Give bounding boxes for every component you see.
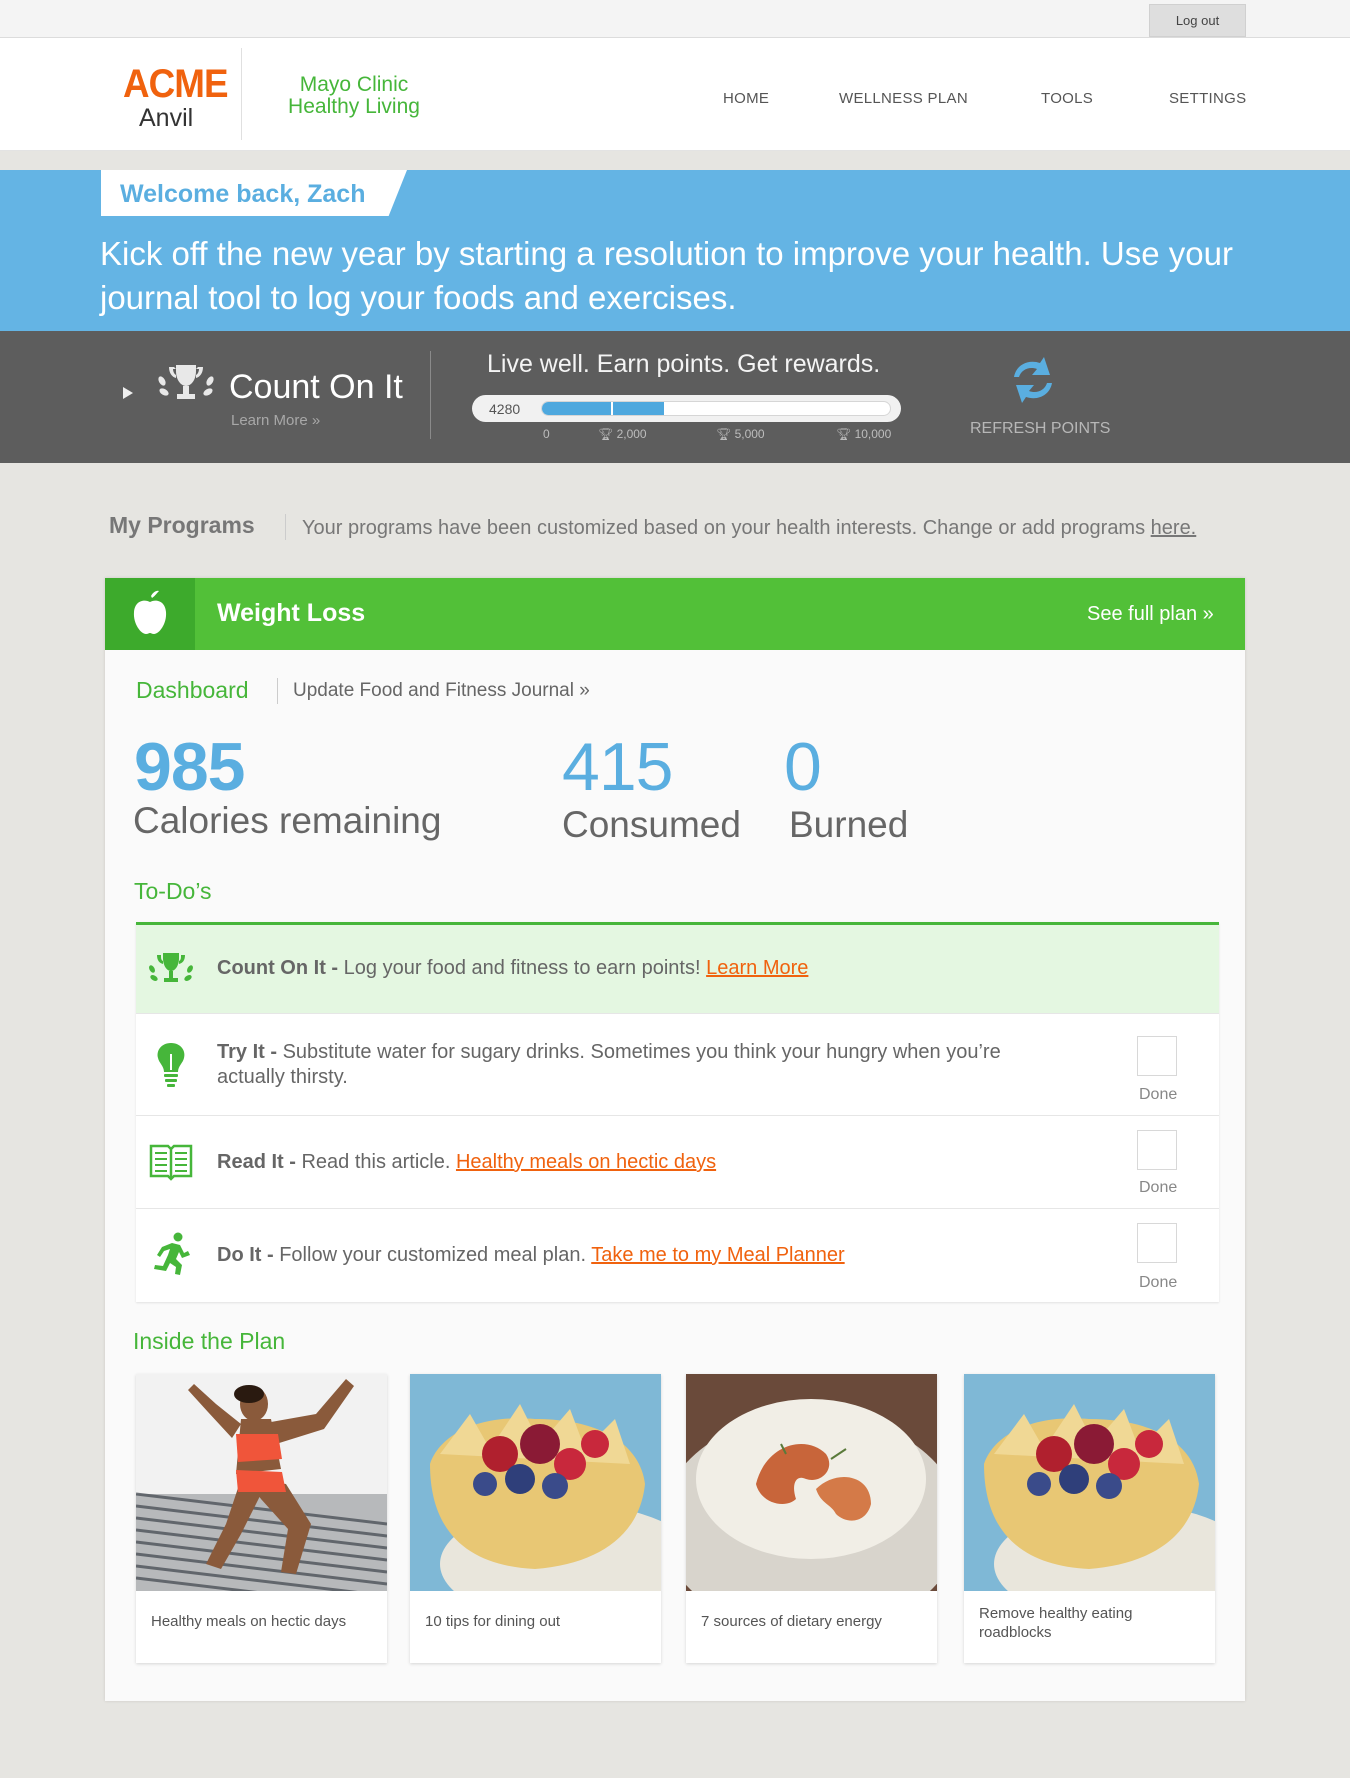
runner-photo <box>136 1374 387 1591</box>
running-person-icon <box>154 1232 190 1275</box>
apple-box <box>105 578 195 650</box>
nav-settings[interactable]: SETTINGS <box>1169 90 1246 107</box>
plan-card[interactable]: Remove healthy eating roadblocks <box>964 1374 1215 1663</box>
my-programs-title: My Programs <box>109 512 255 538</box>
inside-the-plan-title: Inside the Plan <box>133 1328 286 1354</box>
burned-value: 0 <box>784 729 822 805</box>
progress-divider <box>611 402 613 415</box>
done-label: Done <box>1139 1274 1178 1291</box>
todos-title: To-Do’s <box>134 878 212 904</box>
trophy-icon <box>149 953 193 982</box>
card-caption: Healthy meals on hectic days <box>151 1613 347 1630</box>
see-full-plan-link[interactable]: See full plan » <box>1087 603 1214 626</box>
count-on-it-learn-more[interactable]: Learn More » <box>231 412 320 429</box>
points-progress-fill <box>542 402 664 415</box>
shrimp-soup-photo <box>686 1374 937 1591</box>
count-on-it-divider <box>430 351 431 439</box>
todo-text: Count On It - Log your food and fitness … <box>217 957 809 979</box>
healthy-meals-article-link[interactable]: Healthy meals on hectic days <box>456 1151 716 1173</box>
plan-card[interactable]: 10 tips for dining out <box>410 1374 661 1663</box>
logout-button[interactable]: Log out <box>1149 4 1246 37</box>
plan-title: Weight Loss <box>217 599 366 627</box>
points-value: 4280 <box>489 401 521 417</box>
tab-divider <box>277 678 278 704</box>
plan-card[interactable]: Healthy meals on hectic days <box>136 1374 387 1663</box>
todo-text: Try It - Substitute water for sugary dri… <box>217 1041 1001 1088</box>
count-on-it-bar: Count On It Learn More » Live well. Earn… <box>0 331 1350 463</box>
acme-logo[interactable]: ACME <box>123 62 229 107</box>
apple-icon <box>133 590 167 634</box>
calories-remaining-label: Calories remaining <box>133 800 442 841</box>
anvil-logo: Anvil <box>139 104 194 132</box>
done-label: Done <box>1139 1086 1178 1103</box>
mini-trophy-icon: 🏆︎ <box>716 427 735 441</box>
lightbulb-icon <box>157 1043 185 1087</box>
change-programs-link[interactable]: here. <box>1151 517 1197 539</box>
mini-trophy-icon: 🏆︎ <box>598 427 617 441</box>
todo-read-it: Read It - Read this article. Healthy mea… <box>136 1116 1219 1209</box>
card-caption: 10 tips for dining out <box>425 1613 561 1630</box>
todo-try-it: Try It - Substitute water for sugary dri… <box>136 1014 1219 1116</box>
points-progress-bar: 4280 <box>472 395 901 422</box>
consumed-value: 415 <box>562 729 673 805</box>
todo-done-checkbox[interactable] <box>1137 1036 1177 1076</box>
card-caption: Remove healthy eating roadblocks <box>979 1605 1133 1641</box>
brand-line-2: Healthy Living <box>288 95 420 118</box>
todo-done-checkbox[interactable] <box>1137 1130 1177 1170</box>
tab-dashboard[interactable]: Dashboard <box>136 677 249 704</box>
play-icon[interactable] <box>123 387 133 399</box>
todo-count-on-it: Count On It - Log your food and fitness … <box>136 925 1219 1014</box>
refresh-icon[interactable] <box>1006 355 1060 405</box>
trophy-icon <box>158 365 214 399</box>
calories-remaining-value: 985 <box>134 729 245 805</box>
count-on-it-title: Count On It <box>229 368 403 406</box>
burned-label: Burned <box>789 804 909 845</box>
done-label: Done <box>1139 1179 1178 1196</box>
points-tagline: Live well. Earn points. Get rewards. <box>487 350 881 378</box>
nav-wellness-plan[interactable]: WELLNESS PLAN <box>839 90 968 107</box>
my-programs-description: Your programs have been customized based… <box>302 517 1197 539</box>
weight-loss-plan-panel: Weight Loss See full plan » Dashboard Up… <box>105 578 1245 1701</box>
points-progress-track <box>541 401 891 416</box>
count-on-it-learn-more-link[interactable]: Learn More <box>706 957 808 979</box>
welcome-greeting: Welcome back, Zach <box>120 180 366 208</box>
utility-bar: Log out <box>0 0 1350 38</box>
milestone-2000: 🏆︎ 2,000 <box>598 427 647 441</box>
todo-text: Do It - Follow your customized meal plan… <box>217 1244 845 1266</box>
refresh-points-button[interactable]: REFRESH POINTS <box>970 420 1110 438</box>
book-icon <box>149 1144 193 1181</box>
logo-divider <box>241 48 242 140</box>
plan-card[interactable]: 7 sources of dietary energy <box>686 1374 937 1663</box>
site-header: ACME Anvil Mayo Clinic Healthy Living HO… <box>0 38 1350 151</box>
card-caption: 7 sources of dietary energy <box>701 1613 882 1630</box>
nav-tools[interactable]: TOOLS <box>1041 90 1093 107</box>
mini-trophy-icon: 🏆︎ <box>836 427 855 441</box>
consumed-label: Consumed <box>562 804 741 845</box>
todo-list: Count On It - Log your food and fitness … <box>136 922 1219 1302</box>
my-programs-divider <box>285 514 286 540</box>
todo-done-checkbox[interactable] <box>1137 1223 1177 1263</box>
milestone-10000: 🏆︎ 10,000 <box>836 427 892 441</box>
todo-text: Read It - Read this article. Healthy mea… <box>217 1151 717 1173</box>
brand-name: Mayo Clinic Healthy Living <box>264 74 444 118</box>
todo-do-it: Do It - Follow your customized meal plan… <box>136 1209 1219 1302</box>
milestone-0: 0 <box>543 427 550 441</box>
berry-tart-photo <box>410 1374 661 1591</box>
brand-line-1: Mayo Clinic <box>299 73 409 96</box>
milestone-5000: 🏆︎ 5,000 <box>716 427 765 441</box>
welcome-message: Kick off the new year by starting a reso… <box>100 235 1233 316</box>
nav-home[interactable]: HOME <box>723 90 769 107</box>
plan-header: Weight Loss See full plan » <box>105 578 1245 650</box>
meal-planner-link[interactable]: Take me to my Meal Planner <box>591 1244 844 1266</box>
update-journal-link[interactable]: Update Food and Fitness Journal » <box>293 680 590 702</box>
berry-tart-photo <box>964 1374 1215 1591</box>
welcome-banner: Welcome back, Zach Kick off the new year… <box>0 170 1350 331</box>
progress-divider <box>728 402 730 415</box>
